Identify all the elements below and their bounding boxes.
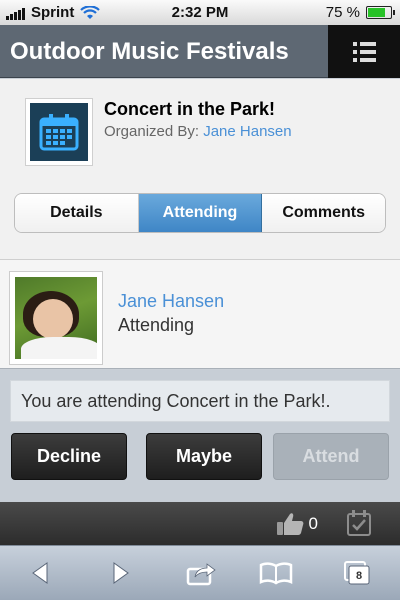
attend-button: Attend (273, 433, 389, 480)
thumbs-up-icon (276, 513, 303, 535)
share-icon (186, 563, 216, 586)
response-panel: You are attending Concert in the Park!. … (0, 370, 400, 502)
organized-by-label: Organized By: (104, 123, 200, 140)
event-thumbnail (25, 98, 93, 166)
event-panel: Concert in the Park! Organized By: Jane … (0, 79, 400, 259)
calendar-check-icon (347, 510, 371, 536)
forward-arrow-icon (113, 562, 129, 584)
like-button[interactable]: 0 (275, 511, 318, 537)
organizer-link[interactable]: Jane Hansen (203, 123, 291, 140)
book-icon (259, 562, 293, 585)
event-title: Concert in the Park! (104, 99, 276, 119)
app-toolbar: 0 (0, 502, 400, 545)
battery-percent: 75 % (325, 4, 360, 21)
maybe-button[interactable]: Maybe (146, 433, 262, 480)
checkin-button[interactable] (346, 509, 372, 542)
avatar-photo (15, 277, 97, 359)
decline-button[interactable]: Decline (11, 433, 127, 480)
attendee-name-link[interactable]: Jane Hansen (118, 291, 224, 312)
menu-button[interactable] (328, 25, 400, 78)
battery-area: 75 % (325, 4, 395, 21)
event-organizer-line: Organized By: Jane Hansen (104, 123, 292, 140)
like-count: 0 (308, 514, 318, 533)
browser-toolbar: 8 (0, 545, 400, 600)
tab-count: 8 (356, 570, 363, 582)
bookmarks-button[interactable] (258, 558, 294, 588)
list-icon (352, 41, 376, 62)
battery-icon (366, 6, 395, 19)
status-bar: Sprint 2:32 PM 75 % (0, 0, 400, 25)
forward-button[interactable] (103, 558, 139, 588)
share-button[interactable] (184, 558, 220, 588)
back-arrow-icon (32, 562, 48, 584)
avatar (9, 271, 103, 365)
attendee-status: Attending (118, 315, 195, 335)
tab-comments[interactable]: Comments (262, 194, 385, 232)
segmented-tabs: Details Attending Comments (14, 193, 386, 233)
attendance-message: You are attending Concert in the Park!. (10, 380, 390, 422)
back-button[interactable] (22, 558, 58, 588)
tab-details[interactable]: Details (15, 194, 139, 232)
attendee-row[interactable] (0, 259, 400, 369)
calendar-icon (39, 114, 79, 151)
tab-attending[interactable]: Attending (138, 194, 263, 232)
page-title: Outdoor Music Festivals (10, 38, 289, 65)
tabs-button[interactable]: 8 (340, 558, 376, 588)
app-header: Outdoor Music Festivals (0, 25, 400, 78)
